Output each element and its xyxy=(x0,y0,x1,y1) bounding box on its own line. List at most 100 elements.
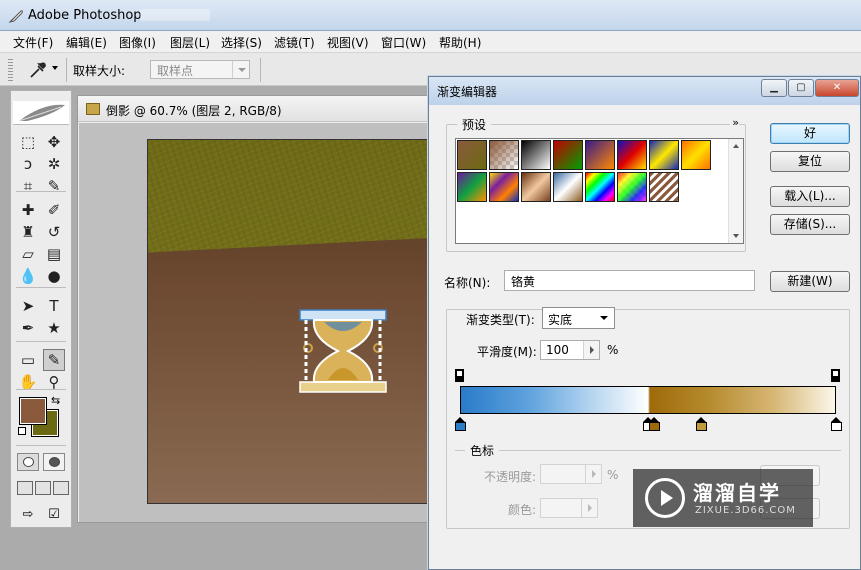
sample-size-select[interactable]: 取样点 xyxy=(150,60,250,79)
opacity-field[interactable] xyxy=(540,464,602,484)
presets-scrollbar[interactable] xyxy=(728,139,743,243)
opacity-label: 不透明度: xyxy=(484,470,537,484)
gradient-icon[interactable]: ▤ xyxy=(43,243,65,265)
presets-list[interactable] xyxy=(455,138,744,244)
quick-mask-button[interactable] xyxy=(43,453,65,471)
notes-icon[interactable]: ▭ xyxy=(17,349,39,371)
gradient-type-select[interactable]: 实底 xyxy=(542,307,615,329)
toolbox-divider xyxy=(16,389,66,390)
marquee-icon[interactable]: ⬚ xyxy=(17,131,39,153)
smoothness-stepper-icon[interactable] xyxy=(583,341,599,359)
dodge-icon[interactable]: ● xyxy=(43,265,65,287)
lasso-icon[interactable]: ↄ xyxy=(17,153,39,175)
toolbox-divider xyxy=(16,287,66,288)
crop-icon[interactable]: ⌗ xyxy=(17,175,39,197)
default-colors-icon[interactable] xyxy=(18,427,26,435)
color-stop-swatch xyxy=(649,422,661,431)
tool-preset-dropdown-icon[interactable] xyxy=(52,66,58,70)
smoothness-field[interactable]: 100 xyxy=(540,340,600,360)
preset-swatch-blue-yellow-blue[interactable] xyxy=(649,140,679,170)
preset-swatch-copper[interactable] xyxy=(521,172,551,202)
preset-swatch-transparent-rainbow[interactable] xyxy=(617,172,647,202)
chevron-down-icon xyxy=(600,316,608,320)
color-field[interactable] xyxy=(540,498,598,518)
save-button[interactable]: 存储(S)... xyxy=(770,214,850,235)
screen-mode-standard-button[interactable] xyxy=(17,481,33,495)
color-menu-icon[interactable] xyxy=(581,499,597,517)
menu-window[interactable]: 窗口(W) xyxy=(381,34,426,51)
brush-icon[interactable]: ✐ xyxy=(43,199,65,221)
preset-swatch-yellow-violet-orange-blue[interactable] xyxy=(489,172,519,202)
eyedropper-icon[interactable]: ✎ xyxy=(43,349,65,371)
dialog-titlebar[interactable]: 渐变编辑器 ▁ ▢ ✕ xyxy=(429,77,860,105)
scroll-up-icon[interactable] xyxy=(733,144,739,148)
slice-icon[interactable]: ✎ xyxy=(43,175,65,197)
maximize-icon[interactable]: ▢ xyxy=(788,79,814,97)
preset-swatch-transparent-stripes[interactable] xyxy=(649,172,679,202)
pen-icon[interactable]: ✒ xyxy=(17,317,39,339)
toolbox-feather-header[interactable] xyxy=(13,101,69,125)
preset-swatch-blue-red-yellow[interactable] xyxy=(617,140,647,170)
load-button[interactable]: 载入(L)... xyxy=(770,186,850,207)
gradient-preview-bar[interactable] xyxy=(460,386,836,414)
menu-layer[interactable]: 图层(L) xyxy=(170,34,210,51)
minimize-icon[interactable]: ▁ xyxy=(761,79,787,97)
new-button[interactable]: 新建(W) xyxy=(770,271,850,292)
swap-colors-icon[interactable]: ⇆ xyxy=(51,394,60,407)
image-canvas[interactable] xyxy=(147,139,429,504)
reset-button[interactable]: 复位 xyxy=(770,151,850,172)
type-icon[interactable]: T xyxy=(43,295,65,317)
jump-to-imageready-button[interactable]: ⇨ xyxy=(17,507,39,525)
opacity-stop[interactable] xyxy=(831,369,840,382)
options-bar-grip[interactable] xyxy=(8,59,13,81)
menu-view[interactable]: 视图(V) xyxy=(327,34,369,51)
gradient-name-field[interactable]: 铬黄 xyxy=(504,270,755,291)
healing-brush-icon[interactable]: ✚ xyxy=(17,199,39,221)
path-selection-icon[interactable]: ➤ xyxy=(17,295,39,317)
eraser-icon[interactable]: ▱ xyxy=(17,243,39,265)
menu-help[interactable]: 帮助(H) xyxy=(439,34,481,51)
screen-mode-full-button[interactable] xyxy=(53,481,69,495)
menu-image[interactable]: 图像(I) xyxy=(119,34,156,51)
opacity-stepper-icon[interactable] xyxy=(585,465,601,483)
preset-swatch-spectrum[interactable] xyxy=(585,172,615,202)
double-chevron-right-icon[interactable]: ›› xyxy=(730,116,739,129)
blur-icon[interactable]: 💧 xyxy=(17,265,39,287)
color-stop[interactable] xyxy=(695,417,707,431)
custom-shape-icon[interactable]: ★ xyxy=(43,317,65,339)
preset-swatch-black-white[interactable] xyxy=(521,140,551,170)
menu-edit[interactable]: 编辑(E) xyxy=(66,34,107,51)
toolbox-divider xyxy=(16,191,66,192)
document-icon xyxy=(86,103,100,115)
history-brush-icon[interactable]: ↺ xyxy=(43,221,65,243)
opacity-percent: % xyxy=(607,468,619,482)
opacity-stop[interactable] xyxy=(455,369,464,382)
preset-swatch-red-green[interactable] xyxy=(553,140,583,170)
canvas-area[interactable] xyxy=(79,123,429,522)
eyedropper-icon[interactable] xyxy=(28,61,48,79)
preset-swatch-orange-yellow-orange[interactable] xyxy=(681,140,711,170)
preset-swatch-chrome[interactable] xyxy=(553,172,583,202)
color-stop[interactable] xyxy=(455,417,466,431)
scroll-down-icon[interactable] xyxy=(733,234,739,238)
standard-mode-button[interactable] xyxy=(17,453,39,471)
smoothness-percent: % xyxy=(607,343,619,357)
color-stop[interactable] xyxy=(831,417,842,431)
menu-file[interactable]: 文件(F) xyxy=(13,34,53,51)
clone-stamp-icon[interactable]: ♜ xyxy=(17,221,39,243)
color-stop[interactable] xyxy=(649,417,661,431)
preset-swatch-foreground-to-transparent[interactable] xyxy=(489,140,519,170)
menu-select[interactable]: 选择(S) xyxy=(221,34,262,51)
foreground-color-swatch[interactable] xyxy=(19,397,47,425)
check-icon[interactable]: ☑ xyxy=(43,507,65,525)
preset-swatch-foreground-to-background[interactable] xyxy=(457,140,487,170)
document-titlebar[interactable]: 倒影 @ 60.7% (图层 2, RGB/8) xyxy=(78,96,429,122)
ok-button[interactable]: 好 xyxy=(770,123,850,144)
menu-filter[interactable]: 滤镜(T) xyxy=(274,34,315,51)
move-icon[interactable]: ✥ xyxy=(43,131,65,153)
screen-mode-menu-button[interactable] xyxy=(35,481,51,495)
preset-swatch-violet-green-orange[interactable] xyxy=(457,172,487,202)
preset-swatch-violet-orange[interactable] xyxy=(585,140,615,170)
close-icon[interactable]: ✕ xyxy=(815,79,859,97)
magic-wand-icon[interactable]: ✲ xyxy=(43,153,65,175)
